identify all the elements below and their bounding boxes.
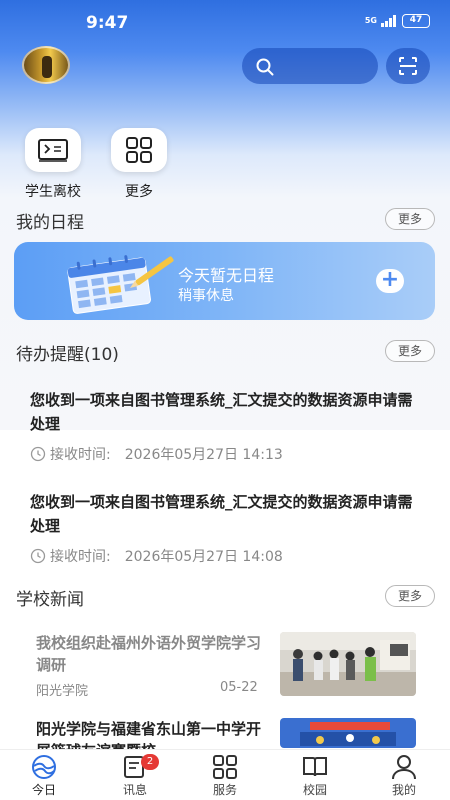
todo-time-value: 2026年05月27日 14:13 [124, 447, 283, 463]
calendar-illustration-icon [67, 255, 174, 314]
todo-time-row: 接收时间: 2026年05月27日 14:13 [30, 444, 425, 464]
todo-title: 待办提醒(10) [16, 345, 119, 365]
todo-time-value: 2026年05月27日 14:08 [124, 549, 283, 565]
status-bar: 9:47 5G 47 [0, 0, 450, 44]
todo-time-row: 接收时间: 2026年05月27日 14:08 [30, 546, 425, 566]
scan-button[interactable] [386, 48, 430, 84]
scan-icon [399, 57, 417, 75]
grid-icon [213, 755, 237, 779]
tab-label: 讯息 [122, 783, 147, 797]
news-item[interactable]: 我校组织赴福州外语外贸学院学习调研 阳光学院 05-22 [36, 632, 416, 702]
message-badge: 2 [141, 754, 159, 770]
status-indicators: 5G 47 [365, 14, 430, 28]
avatar[interactable] [22, 46, 70, 84]
signal-icon [381, 15, 396, 27]
tab-label: 今日 [31, 783, 56, 797]
todo-time-label: 接收时间: [50, 549, 111, 565]
battery-icon: 47 [402, 14, 430, 28]
schedule-empty-subtitle: 稍事休息 [178, 288, 234, 304]
tab-messages[interactable]: 2 讯息 [105, 754, 165, 798]
terminal-icon [25, 128, 81, 172]
user-icon [392, 755, 416, 780]
news-more-button[interactable]: 更多 [385, 585, 435, 607]
todo-text: 您收到一项来自图书管理系统_汇文提交的数据资源申请需处理 [30, 493, 413, 535]
todo-item[interactable]: 您收到一项来自图书管理系统_汇文提交的数据资源申请需处理 接收时间: 2026年… [30, 490, 425, 566]
status-time: 9:47 [86, 13, 129, 33]
schedule-title: 我的日程 [16, 213, 84, 233]
tab-label: 校园 [302, 783, 327, 797]
today-logo-icon [32, 755, 56, 779]
todo-text: 您收到一项来自图书管理系统_汇文提交的数据资源申请需处理 [30, 391, 413, 433]
search-button[interactable] [242, 48, 378, 84]
quick-action-label: 更多 [125, 184, 153, 200]
quick-action-more[interactable]: 更多 [104, 128, 174, 201]
add-schedule-button[interactable]: + [376, 269, 404, 293]
news-thumbnail [280, 632, 416, 696]
tab-label: 服务 [212, 783, 237, 797]
schedule-more-button[interactable]: 更多 [385, 208, 435, 230]
plus-icon: + [380, 267, 400, 292]
news-title: 学校新闻 [16, 590, 84, 610]
schedule-card[interactable]: 今天暂无日程 稍事休息 + [14, 242, 435, 320]
schedule-empty-title: 今天暂无日程 [178, 266, 275, 285]
tab-today[interactable]: 今日 [14, 754, 74, 798]
tab-mine[interactable]: 我的 [374, 754, 434, 798]
book-icon [303, 757, 327, 777]
clock-icon [30, 548, 46, 564]
grid-icon [111, 128, 167, 172]
todo-time-label: 接收时间: [50, 447, 111, 463]
todo-item[interactable]: 您收到一项来自图书管理系统_汇文提交的数据资源申请需处理 接收时间: 2026年… [30, 388, 425, 464]
quick-action-label: 学生离校 [25, 184, 81, 200]
quick-action-student-leave[interactable]: 学生离校 [18, 128, 88, 201]
news-source: 阳光学院 [36, 684, 89, 699]
news-thumbnail [280, 718, 416, 748]
news-date: 05-22 [220, 680, 258, 695]
network-type: 5G [364, 16, 377, 25]
search-icon [256, 58, 274, 76]
todo-more-button[interactable]: 更多 [385, 340, 435, 362]
clock-icon [30, 446, 46, 462]
tab-services[interactable]: 服务 [195, 754, 255, 798]
news-headline: 我校组织赴福州外语外贸学院学习调研 [36, 634, 262, 674]
bottom-tab-bar: 今日 2 讯息 服务 校园 我的 [0, 749, 450, 800]
tab-label: 我的 [391, 783, 416, 797]
tab-campus[interactable]: 校园 [285, 754, 345, 798]
